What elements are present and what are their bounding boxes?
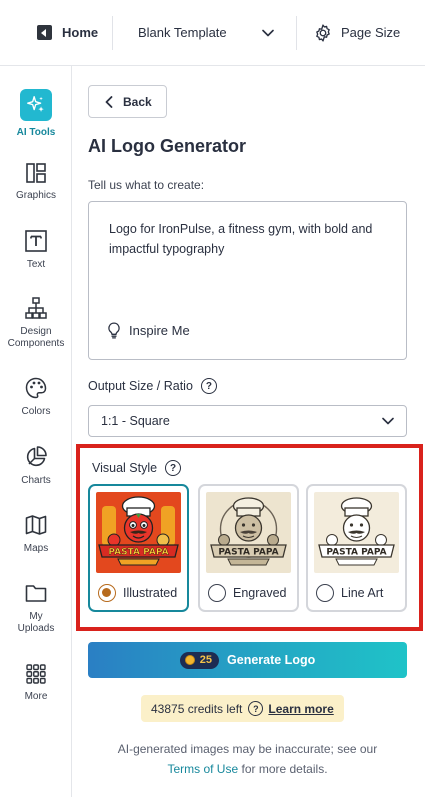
disclaimer: AI-generated images may be inaccurate; s… xyxy=(88,739,407,779)
style-name: Illustrated xyxy=(123,586,178,600)
sidebar-item-my-uploads[interactable]: My Uploads xyxy=(0,581,72,635)
credit-cost-badge: 25 xyxy=(179,651,220,669)
sidebar-item-ai-tools[interactable]: AI Tools xyxy=(0,89,72,139)
prompt-label: Tell us what to create: xyxy=(88,178,205,192)
sidebar-item-colors[interactable]: Colors xyxy=(0,376,72,418)
engraved-thumbnail: PASTA PAPA xyxy=(206,492,291,573)
sidebar-item-charts[interactable]: Charts xyxy=(0,445,72,487)
sidebar-item-more[interactable]: More xyxy=(0,663,72,703)
map-icon xyxy=(25,515,47,535)
coin-icon xyxy=(184,655,195,665)
chevron-down-icon xyxy=(262,29,274,36)
back-arrow-icon xyxy=(37,25,52,40)
style-name: Engraved xyxy=(233,586,287,600)
sidebar-item-label: Colors xyxy=(21,406,51,417)
lightbulb-icon xyxy=(108,322,120,339)
page-size-label: Page Size xyxy=(341,25,401,40)
design-components-icon xyxy=(25,297,47,319)
sidebar-item-label: More xyxy=(24,691,48,702)
style-card-engraved[interactable]: PASTA PAPA Engraved xyxy=(198,484,299,612)
gear-icon xyxy=(316,23,330,42)
style-name: Line Art xyxy=(341,586,384,600)
sidebar-item-label: Maps xyxy=(23,543,49,554)
home-label: Home xyxy=(62,25,99,40)
text-icon xyxy=(25,230,47,252)
style-card-line-art[interactable]: PASTA PAPA Line Art xyxy=(306,484,407,612)
template-dropdown[interactable]: Blank Template xyxy=(113,0,296,65)
credit-cost: 25 xyxy=(199,654,213,666)
page-title: AI Logo Generator xyxy=(88,136,247,156)
output-size-value: 1:1 - Square xyxy=(101,414,170,428)
palette-icon xyxy=(25,377,47,399)
output-size-label-text: Output Size / Ratio xyxy=(88,379,193,393)
thumb-text: PASTA PAPA xyxy=(218,548,278,558)
visual-style-label: Visual Style ? xyxy=(92,460,182,476)
back-button[interactable]: Back xyxy=(88,85,167,118)
sidebar-item-design-components[interactable]: Design Components xyxy=(0,296,72,350)
chevron-down-icon xyxy=(382,417,394,425)
grid-icon xyxy=(26,664,46,684)
visual-style-label-text: Visual Style xyxy=(92,461,158,475)
sidebar-item-label: AI Tools xyxy=(16,127,56,138)
line-art-thumbnail: PASTA PAPA xyxy=(314,492,399,573)
generate-label: Generate Logo xyxy=(227,653,316,667)
prompt-textarea[interactable]: Logo for IronPulse, a fitness gym, with … xyxy=(88,201,407,360)
credits-left-text: 43875 credits left xyxy=(151,701,243,716)
graphics-icon xyxy=(26,163,46,183)
style-card-illustrated[interactable]: PASTA PAPA Illustrated xyxy=(88,484,189,612)
terms-of-use-link[interactable]: Terms of Use xyxy=(167,762,238,776)
generate-logo-button[interactable]: 25 Generate Logo xyxy=(88,642,407,678)
chevron-left-icon xyxy=(105,95,113,108)
style-radio-row: Line Art xyxy=(316,584,383,602)
template-label: Blank Template xyxy=(138,25,227,40)
prompt-text: Logo for IronPulse, a fitness gym, with … xyxy=(109,222,373,256)
output-size-dropdown[interactable]: 1:1 - Square xyxy=(88,405,407,437)
help-icon[interactable]: ? xyxy=(165,460,182,476)
thumb-text: PASTA PAPA xyxy=(108,548,168,558)
visual-style-section: Visual Style ? PASTA PAPA Illustrated PA… xyxy=(76,444,423,631)
style-radio-illustrated[interactable] xyxy=(98,584,116,602)
credits-left-badge: 43875 credits left ? Learn more xyxy=(141,695,344,722)
page-size-button[interactable]: Page Size xyxy=(297,0,400,65)
sidebar-item-text[interactable]: Text xyxy=(0,229,72,271)
style-radio-line-art[interactable] xyxy=(316,584,334,602)
folder-icon xyxy=(25,585,47,602)
thumb-text: PASTA PAPA xyxy=(326,548,386,558)
home-button[interactable]: Home xyxy=(0,0,112,65)
pie-chart-icon xyxy=(26,446,47,467)
sidebar-item-label: Graphics xyxy=(15,190,56,201)
sidebar-item-label: Design Components xyxy=(7,326,65,349)
style-radio-engraved[interactable] xyxy=(208,584,226,602)
ai-logo-panel: Back AI Logo Generator Tell us what to c… xyxy=(72,66,425,797)
sidebar-item-maps[interactable]: Maps xyxy=(0,513,72,555)
sidebar-item-label: Text xyxy=(26,259,46,270)
sidebar-item-graphics[interactable]: Graphics xyxy=(0,162,72,202)
disclaimer-text: AI-generated images may be inaccurate; s… xyxy=(117,742,378,756)
back-label: Back xyxy=(123,94,152,109)
style-radio-row: Engraved xyxy=(208,584,287,602)
sidebar-item-label: Charts xyxy=(21,475,51,486)
help-icon[interactable]: ? xyxy=(200,378,217,394)
learn-more-link[interactable]: Learn more xyxy=(268,702,333,716)
sidebar: AI Tools Graphics Text Design Components… xyxy=(0,66,72,797)
inspire-label: Inspire Me xyxy=(129,323,190,338)
sparkle-icon xyxy=(20,89,52,121)
disclaimer-text-end: for more details. xyxy=(238,762,328,776)
inspire-me-button[interactable]: Inspire Me xyxy=(107,322,190,339)
style-radio-row: Illustrated xyxy=(98,584,177,602)
illustrated-thumbnail: PASTA PAPA xyxy=(96,492,181,573)
top-bar: Home Blank Template Page Size xyxy=(0,0,425,66)
help-icon[interactable]: ? xyxy=(248,701,264,716)
sidebar-item-label: My Uploads xyxy=(17,611,55,634)
output-size-label: Output Size / Ratio ? xyxy=(88,378,217,394)
